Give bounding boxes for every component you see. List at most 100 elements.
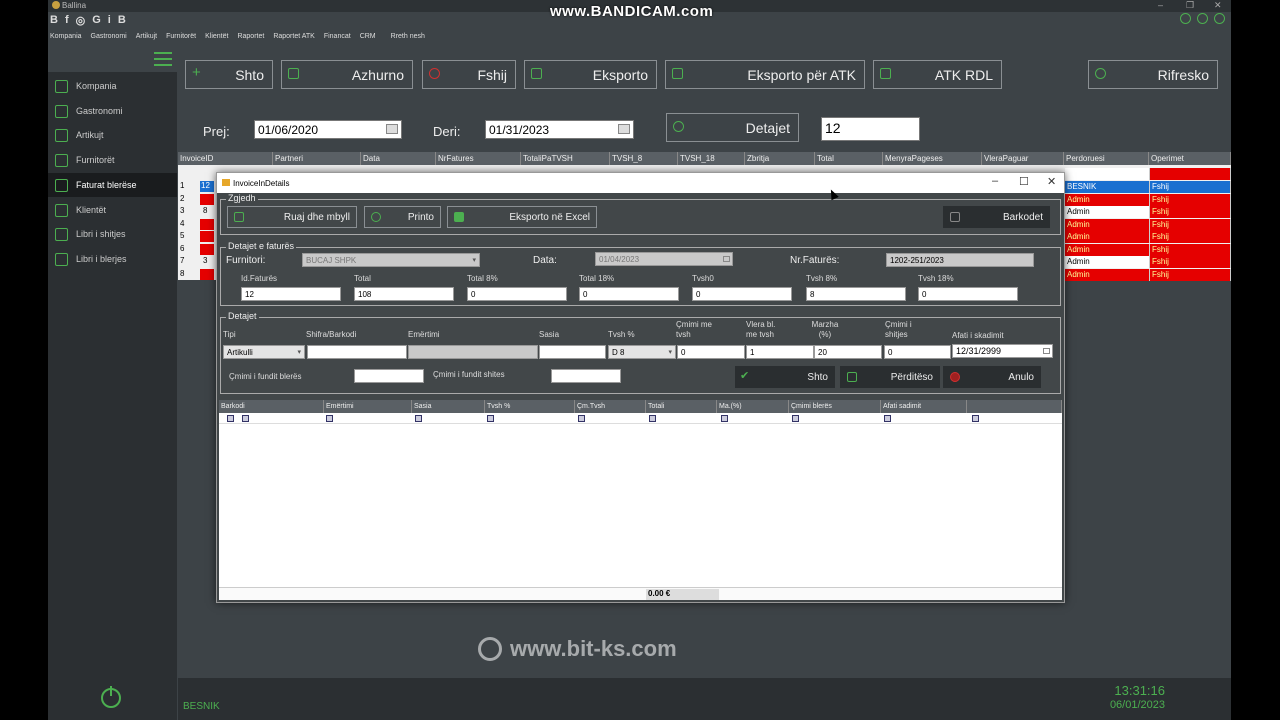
table-row[interactable]: Admin Fshij <box>1065 231 1231 243</box>
invoice-no-field[interactable]: 1202-251/2023 <box>886 253 1034 267</box>
menu-klientet[interactable]: Klientët <box>205 33 228 40</box>
table-row[interactable]: BESNIK Fshij <box>1065 181 1231 193</box>
tvsh0-field[interactable]: 0 <box>692 287 792 301</box>
cell-operation[interactable]: Fshij <box>1150 256 1231 268</box>
sidebar-item-libri-shitjes[interactable]: Libri i shitjes <box>48 222 177 246</box>
app-logo-icon[interactable]: B <box>50 14 58 26</box>
menu-gastronomi[interactable]: Gastronomi <box>91 33 127 40</box>
menu-crm[interactable]: CRM <box>360 33 376 40</box>
atk-rdl-button[interactable]: ATK RDL <box>873 60 1002 89</box>
from-date-picker[interactable]: 01/06/2020 <box>254 120 402 139</box>
details-button[interactable]: Detajet <box>666 113 799 142</box>
google-icon[interactable]: G <box>92 14 101 26</box>
cell-invoice-id[interactable] <box>200 244 214 255</box>
col-header[interactable]: Tvsh % <box>485 400 575 413</box>
col-header[interactable]: Çmimi blerës <box>789 400 881 413</box>
col-header[interactable]: Çm.Tvsh <box>575 400 646 413</box>
cell-invoice-id[interactable] <box>200 194 214 205</box>
menu-kompania[interactable]: Kompania <box>50 33 82 40</box>
minimize-icon[interactable]: – <box>1158 0 1163 10</box>
col-header[interactable]: Operimet <box>1149 152 1231 165</box>
col-header[interactable]: NrFatures <box>436 152 521 165</box>
sidebar-item-furnitoret[interactable]: Furnitorët <box>48 148 177 172</box>
menu-financat[interactable]: Financat <box>324 33 351 40</box>
count-field[interactable]: 12 <box>821 117 920 141</box>
sidebar-item-klientet[interactable]: Klientët <box>48 198 177 222</box>
update-button[interactable]: Azhurno <box>281 60 413 89</box>
col-header[interactable]: Sasia <box>412 400 485 413</box>
sidebar-item-gastronomi[interactable]: Gastronomi <box>48 99 177 123</box>
total18-field[interactable]: 0 <box>579 287 679 301</box>
sidebar-item-kompania[interactable]: Kompania <box>48 74 177 98</box>
filter-checkbox[interactable] <box>649 415 656 422</box>
name-input[interactable] <box>408 345 538 359</box>
cell-operation[interactable]: Fshij <box>1150 181 1231 193</box>
facebook-icon[interactable]: f <box>65 14 69 26</box>
filter-checkbox[interactable] <box>242 415 249 422</box>
filter-checkbox[interactable] <box>792 415 799 422</box>
value-input[interactable]: 1 <box>746 345 814 359</box>
cell-invoice-id[interactable]: 3 <box>200 256 214 267</box>
col-header[interactable]: Barkodi <box>219 400 324 413</box>
filter-checkbox[interactable] <box>487 415 494 422</box>
filter-checkbox[interactable] <box>972 415 979 422</box>
menu-rreth-nesh[interactable]: Rreth nesh <box>391 33 425 40</box>
cell-invoice-id[interactable] <box>200 231 214 242</box>
export-excel-button[interactable]: Eksporto në Excel <box>447 206 597 228</box>
menu-raportet-atk[interactable]: Raportet ATK <box>273 33 315 40</box>
menu-raportet[interactable]: Raportet <box>237 33 264 40</box>
col-header[interactable]: Data <box>361 152 436 165</box>
cell-invoice-id[interactable] <box>200 269 214 280</box>
cell-operation[interactable]: Fshij <box>1150 244 1231 256</box>
cell-operation[interactable]: Fshij <box>1150 269 1231 281</box>
table-row[interactable]: Admin Fshij <box>1065 256 1231 268</box>
supplier-select[interactable]: BUCAJ SHPK ▾ <box>302 253 480 267</box>
id-field[interactable]: 12 <box>241 287 341 301</box>
col-header[interactable]: TotaliPaTVSH <box>521 152 610 165</box>
tvsh18-field[interactable]: 0 <box>918 287 1018 301</box>
sidebar-item-libri-blerjes[interactable]: Libri i blerjes <box>48 247 177 271</box>
total8-field[interactable]: 0 <box>467 287 567 301</box>
instagram-icon[interactable]: ◎ <box>76 14 86 27</box>
table-row[interactable]: Admin Fshij <box>1065 269 1231 281</box>
sidebar-item-artikujt[interactable]: Artikujt <box>48 123 177 147</box>
refresh-button[interactable]: Rifresko <box>1088 60 1218 89</box>
cell-invoice-id[interactable] <box>200 219 214 230</box>
cell-operation[interactable]: Fshij <box>1150 206 1231 218</box>
hamburger-icon[interactable] <box>154 52 172 70</box>
print-button[interactable]: Printo <box>364 206 441 228</box>
cell-operation[interactable]: Fshij <box>1150 194 1231 206</box>
code-input[interactable] <box>307 345 407 359</box>
col-header[interactable]: Totali <box>646 400 717 413</box>
restore-icon[interactable]: ❐ <box>1186 0 1194 11</box>
menu-artikujt[interactable]: Artikujt <box>136 33 157 40</box>
last-sell-field[interactable] <box>551 369 621 383</box>
vat-select[interactable]: D 8 ▾ <box>608 345 676 359</box>
cell-operation[interactable]: Fshij <box>1150 231 1231 243</box>
sell-price-input[interactable]: 0 <box>884 345 951 359</box>
price-input[interactable]: 0 <box>677 345 745 359</box>
col-header[interactable]: TVSH_8 <box>610 152 678 165</box>
type-select[interactable]: Artikulli ▾ <box>223 345 305 359</box>
calendar-icon[interactable] <box>1043 348 1050 354</box>
col-header[interactable]: Afati sadimit <box>881 400 967 413</box>
power-icon[interactable] <box>101 686 121 708</box>
table-row[interactable]: Admin Fshij <box>1065 194 1231 206</box>
dialog-minimize-icon[interactable]: – <box>992 175 998 187</box>
save-close-button[interactable]: Ruaj dhe mbyll <box>227 206 357 228</box>
export-atk-button[interactable]: Eksporto për ATK <box>665 60 865 89</box>
tvsh8-field[interactable]: 8 <box>806 287 906 301</box>
cell-operation[interactable]: Fshij <box>1150 219 1231 231</box>
calendar-icon[interactable] <box>386 124 398 134</box>
add-item-button[interactable]: ✔ Shto <box>735 366 835 388</box>
circle-close-icon[interactable] <box>1214 13 1225 24</box>
last-buy-field[interactable] <box>354 369 424 383</box>
cancel-item-button[interactable]: Anulo <box>943 366 1041 388</box>
calendar-icon[interactable] <box>618 124 630 134</box>
col-header[interactable]: Perdoruesi <box>1064 152 1149 165</box>
col-header[interactable]: TVSH_18 <box>678 152 745 165</box>
filter-checkbox[interactable] <box>326 415 333 422</box>
invoice-date-picker[interactable]: 01/04/2023 <box>595 252 733 266</box>
total-field[interactable]: 108 <box>354 287 454 301</box>
add-button[interactable]: + Shto <box>185 60 273 89</box>
